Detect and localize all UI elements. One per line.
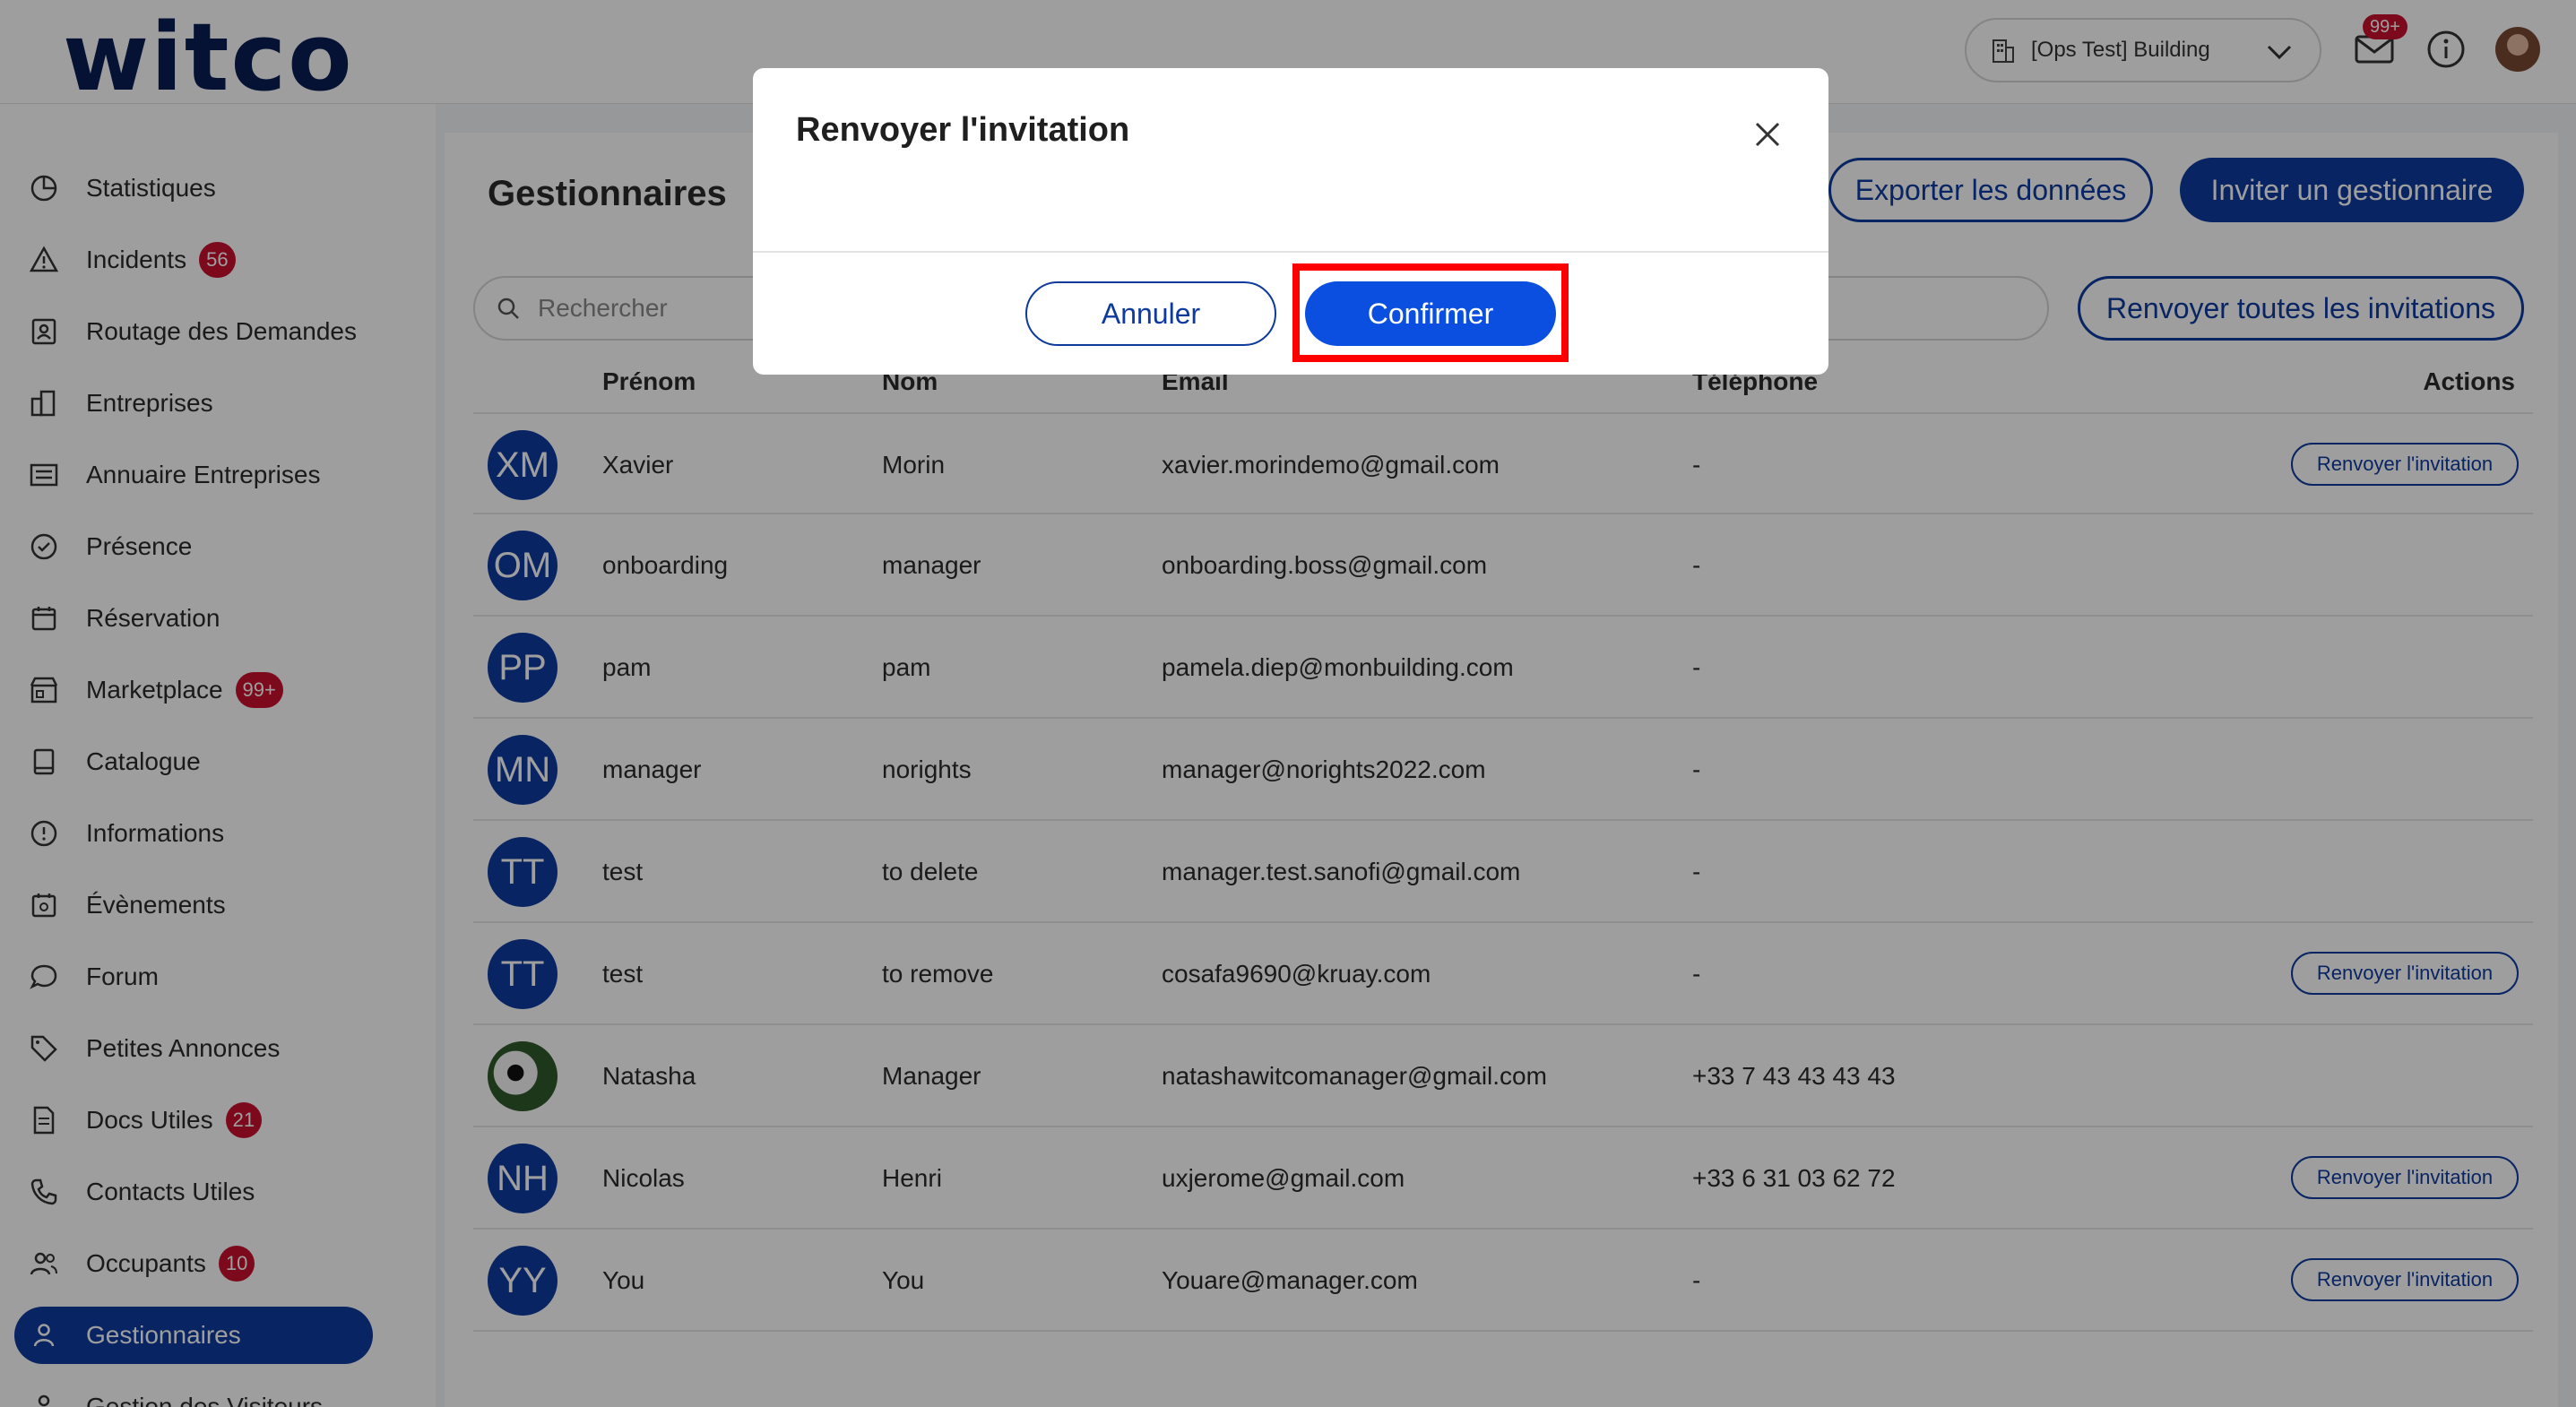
dialog-title: Renvoyer l'invitation xyxy=(796,111,1130,149)
dialog-divider xyxy=(753,251,1828,253)
cancel-button[interactable]: Annuler xyxy=(1025,281,1276,346)
close-icon[interactable] xyxy=(1748,115,1787,154)
resend-invitation-dialog: Renvoyer l'invitation Annuler Confirmer xyxy=(753,68,1828,375)
confirm-highlight-box xyxy=(1292,263,1569,362)
